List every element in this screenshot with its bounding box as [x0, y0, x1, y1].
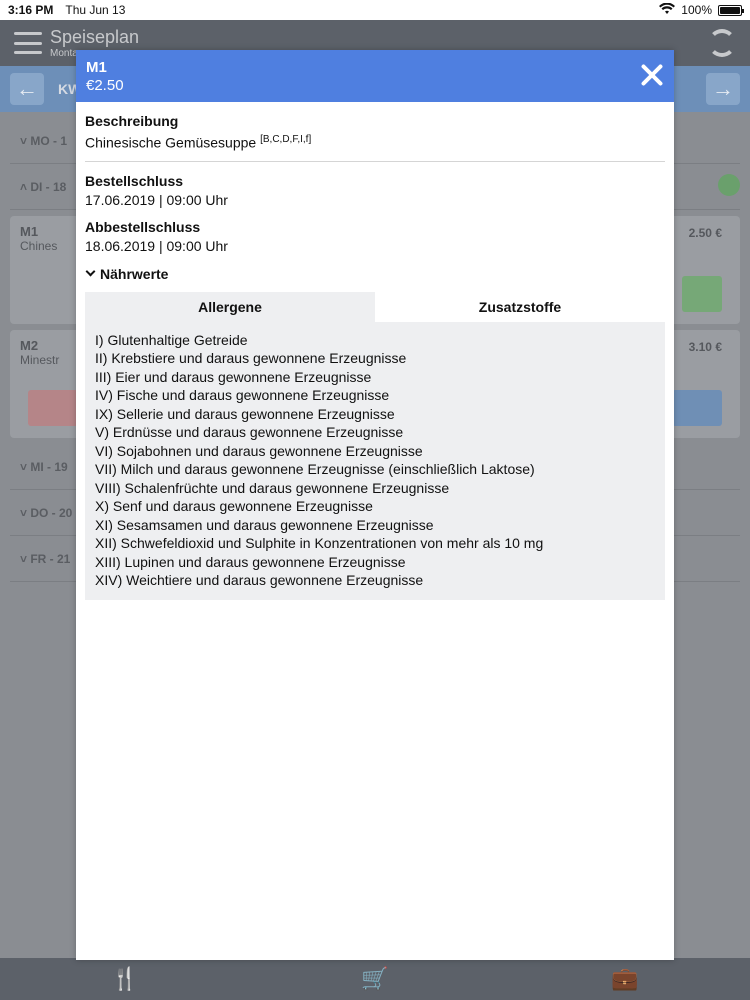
refresh-icon[interactable]: [708, 29, 736, 57]
status-dot: [718, 174, 740, 196]
status-right: 100%: [659, 2, 744, 18]
list-item: VIII) Schalenfrüchte und daraus gewonnen…: [95, 479, 450, 496]
allergen-list: I) Glutenhaltige Getreide II) Krebstiere…: [85, 321, 665, 600]
tab-zusatzstoffe[interactable]: Zusatzstoffe: [375, 292, 665, 322]
list-item: VII) Milch und daraus gewonnene Erzeugni…: [95, 461, 535, 478]
meal-price: 3.10 €: [688, 340, 722, 354]
order-deadline-value: 17.06.2019 | 09:00 Uhr: [85, 191, 228, 208]
list-item: XI) Sesamsamen und daraus gewonnene Erze…: [95, 516, 434, 533]
tab-allergene[interactable]: Allergene: [85, 291, 375, 322]
list-item: IX) Sellerie und daraus gewonnene Erzeug…: [95, 405, 395, 422]
meal-price: 2.50 €: [688, 226, 722, 240]
description-text: Chinesische Gemüsesuppe [B,C,D,F,I,f]: [85, 134, 312, 151]
battery-percent: 100%: [681, 3, 712, 17]
list-item: II) Krebstiere und daraus gewonnene Erze…: [95, 350, 407, 367]
cart-icon[interactable]: 🛒: [361, 966, 388, 992]
cancel-deadline-label: Abbestellschluss: [85, 218, 201, 235]
list-item: I) Glutenhaltige Getreide: [95, 331, 248, 348]
status-time: 3:16 PM: [8, 3, 54, 17]
bottom-tab-bar: 🍴 🛒 💼: [0, 958, 750, 1000]
ordered-check-button[interactable]: [682, 276, 722, 312]
next-week-button[interactable]: →: [706, 73, 740, 105]
list-item: IV) Fische und daraus gewonnene Erzeugni…: [95, 387, 390, 404]
app-title: Speiseplan: [50, 27, 140, 47]
description-label: Beschreibung: [85, 113, 179, 129]
cancel-order-button[interactable]: [28, 390, 78, 426]
modal-meal-price: €2.50: [86, 77, 124, 94]
wifi-icon: [659, 2, 676, 18]
status-bar: 3:16 PM Thu Jun 13 100%: [0, 0, 750, 20]
nutrition-toggle-label: Nährwerte: [100, 265, 169, 282]
cancel-deadline-value: 18.06.2019 | 09:00 Uhr: [85, 237, 228, 254]
list-item: XIV) Weichtiere und daraus gewonnene Erz…: [95, 572, 424, 589]
modal-meal-code: M1: [86, 59, 107, 76]
previous-week-button[interactable]: ←: [10, 73, 44, 105]
meal-detail-modal: M1 €2.50 Beschreibung Chinesische Gemüse…: [76, 50, 674, 960]
divider: [85, 160, 665, 162]
bag-icon[interactable]: 💼: [611, 966, 638, 992]
cutlery-icon[interactable]: 🍴: [111, 966, 138, 992]
status-date: Thu Jun 13: [65, 3, 126, 17]
order-deadline-label: Bestellschluss: [85, 172, 184, 189]
list-item: VI) Sojabohnen und daraus gewonnene Erze…: [95, 442, 423, 459]
list-item: V) Erdnüsse und daraus gewonnene Erzeugn…: [95, 424, 404, 441]
close-icon[interactable]: [638, 61, 666, 89]
modal-header: M1 €2.50: [76, 50, 674, 102]
battery-icon: [718, 4, 744, 16]
menu-icon[interactable]: [14, 32, 42, 54]
list-item: XII) Schwefeldioxid und Sulphite in Konz…: [95, 535, 544, 552]
allergen-codes: [B,C,D,F,I,f]: [260, 134, 312, 145]
chevron-down-icon: [85, 266, 96, 277]
nutrition-toggle[interactable]: Nährwerte: [85, 266, 665, 282]
modal-body: Beschreibung Chinesische Gemüsesuppe [B,…: [76, 102, 674, 600]
list-item: X) Senf und daraus gewonnene Erzeugnisse: [95, 498, 373, 515]
order-button[interactable]: [672, 390, 722, 426]
allergen-tabs: Allergene Zusatzstoffe: [85, 291, 665, 322]
list-item: XIII) Lupinen und daraus gewonnene Erzeu…: [95, 553, 406, 570]
list-item: III) Eier und daraus gewonnene Erzeugnis…: [95, 368, 372, 385]
